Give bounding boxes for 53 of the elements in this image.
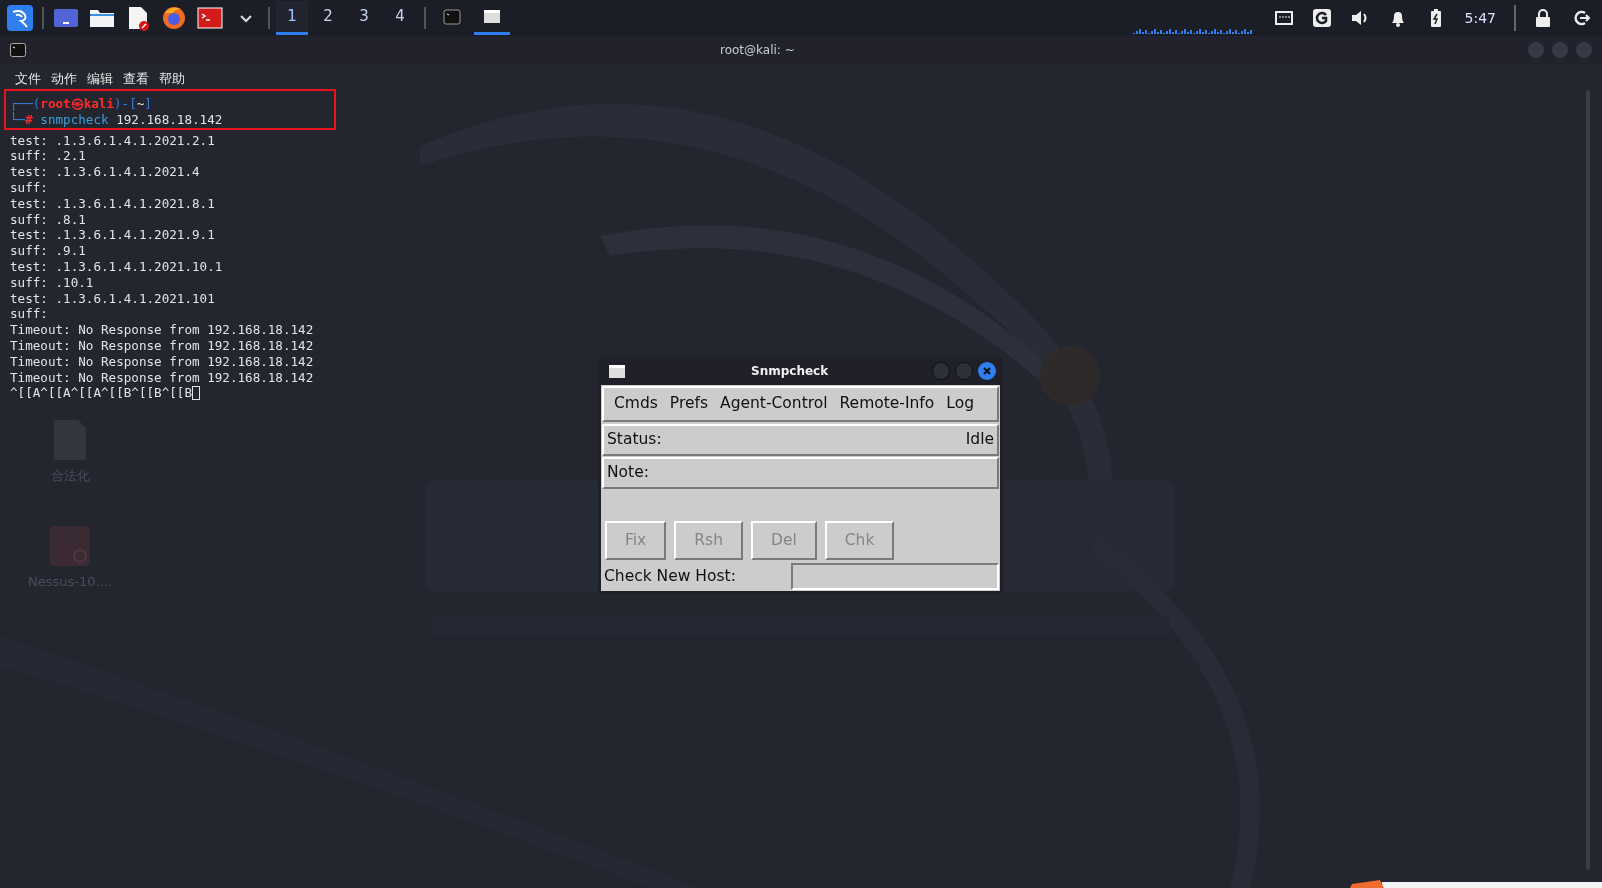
host-label: Check New Host: — [603, 565, 737, 587]
lock-icon[interactable] — [1533, 8, 1553, 28]
terminal-output-line: test: .1.3.6.1.4.1.2021.4 — [10, 164, 200, 180]
menu-item[interactable]: 文件 — [10, 68, 46, 88]
window-title: root@kali: ~ — [720, 42, 795, 59]
cursor — [192, 386, 200, 401]
menu-item[interactable]: 编辑 — [82, 68, 118, 88]
menu-item[interactable]: Agent-Control — [714, 392, 834, 416]
terminal-output-line: suff: .2.1 — [10, 148, 86, 165]
kali-menu-icon[interactable] — [7, 5, 33, 31]
terminal-icon — [10, 43, 26, 57]
terminal-icon — [442, 6, 462, 27]
close-icon[interactable] — [978, 362, 996, 380]
terminal-output-line: test: .1.3.6.1.4.1.2021.101 — [10, 290, 215, 307]
terminal-output-line: test: .1.3.6.1.4.1.2021.9.1 — [10, 227, 215, 244]
terminal-output-line: suff: .10.1 — [10, 274, 94, 291]
terminal-output-line: test: .1.3.6.1.4.1.2021.2.1 — [10, 132, 215, 149]
command-line: └─# snmpcheck 192.168.18.142 — [10, 111, 223, 128]
terminal-output-line: Timeout: No Response from 192.168.18.142 — [10, 369, 314, 386]
terminal-output-line: test: .1.3.6.1.4.1.2021.10.1 — [10, 258, 223, 275]
workspace-tab[interactable]: 4 — [384, 1, 416, 35]
firefox-icon[interactable] — [161, 5, 187, 31]
menu-item[interactable]: Log — [940, 392, 980, 416]
terminal-output-line: Timeout: No Response from 192.168.18.142 — [10, 353, 314, 370]
terminal-output-line: suff: — [10, 306, 48, 323]
terminal-output-line: Timeout: No Response from 192.168.18.142 — [10, 322, 314, 338]
note-label: Note: — [607, 462, 649, 484]
terminal-output-line: suff: — [10, 180, 48, 196]
window-title: Snmpcheck — [751, 363, 829, 380]
window-icon — [609, 364, 625, 378]
terminal-output-line: Timeout: No Response from 192.168.18.142 — [10, 337, 314, 354]
terminal-input-line: ^[[A^[[A^[[A^[[B^[[B^[[B — [10, 385, 192, 402]
network-icon[interactable] — [1273, 8, 1294, 28]
menu-item[interactable]: 动作 — [46, 68, 82, 88]
prompt-line: ┌──(root㉿kali)-[~] — [10, 96, 152, 112]
g-icon[interactable] — [1311, 8, 1332, 28]
terminal-icon[interactable] — [197, 5, 223, 31]
workspace-tab[interactable]: 1 — [276, 1, 308, 35]
workspace-tab[interactable]: 3 — [348, 1, 380, 35]
terminal-output-line: test: .1.3.6.1.4.1.2021.8.1 — [10, 195, 215, 212]
terminal-output-line: suff: .9.1 — [10, 243, 86, 259]
app-icon — [1350, 880, 1386, 888]
clock: 5:47 — [1464, 8, 1496, 28]
status-value: Idle — [965, 429, 994, 451]
menu-item[interactable]: 帮助 — [154, 68, 190, 88]
status-label: Status: — [607, 429, 662, 451]
terminal-output-line: suff: .8.1 — [10, 211, 86, 228]
menu-item[interactable]: Remote-Info — [833, 392, 941, 416]
menu-item[interactable]: 查看 — [118, 68, 154, 88]
workspace-tab[interactable]: 2 — [312, 1, 344, 35]
menu-item[interactable]: Cmds — [608, 392, 664, 416]
host-input-field[interactable] — [791, 563, 999, 590]
menu-item[interactable]: Prefs — [663, 392, 715, 416]
